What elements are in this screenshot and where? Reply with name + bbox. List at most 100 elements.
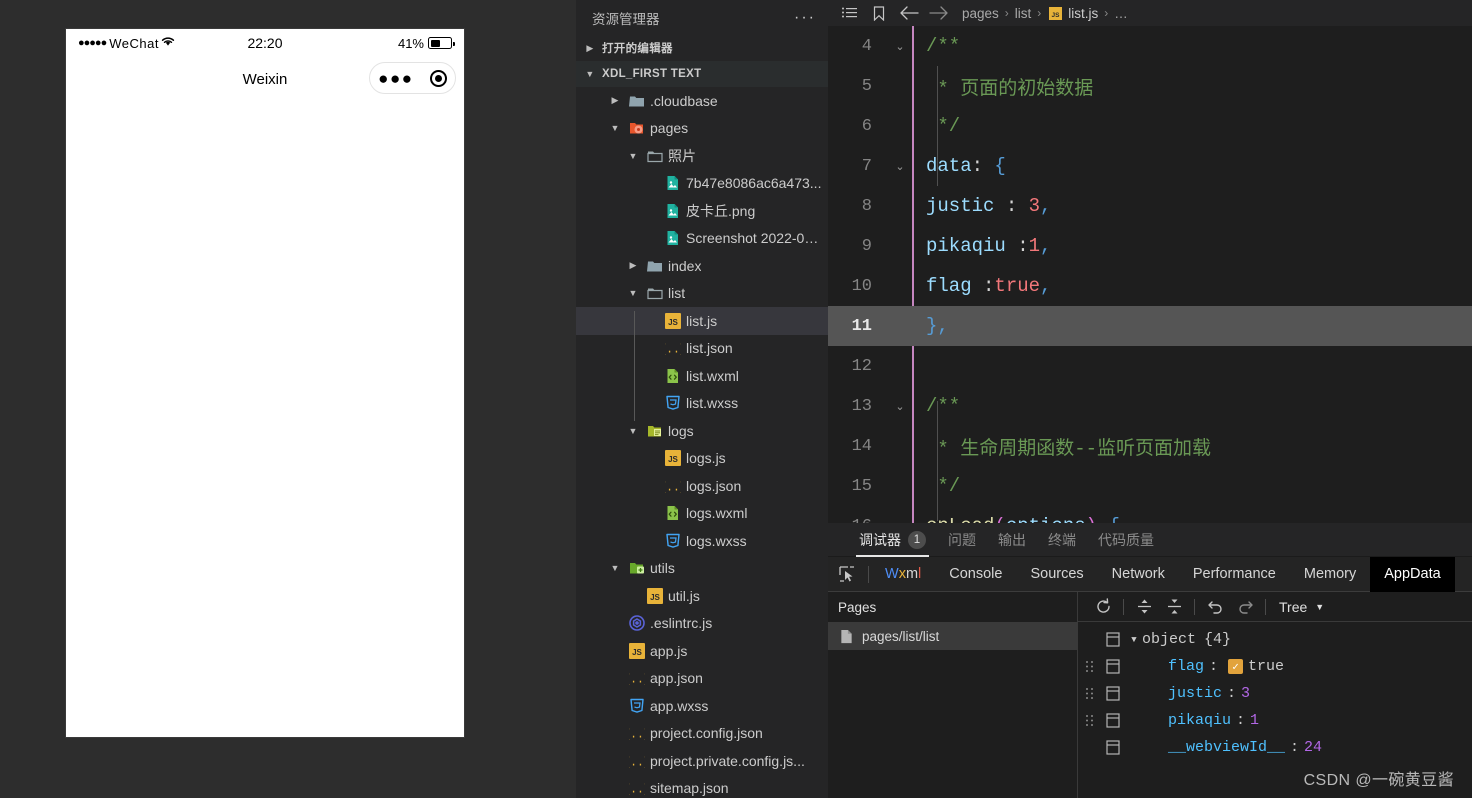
code-line[interactable]: 13 ⌄ /** [828, 386, 1472, 426]
boolean-checkbox[interactable]: ✓ [1228, 659, 1244, 674]
devtools-tab-memory[interactable]: Memory [1290, 557, 1370, 592]
code-line[interactable]: 5 * 页面的初始数据 [828, 66, 1472, 106]
drag-handle[interactable] [1078, 660, 1100, 673]
appdata-row[interactable]: pikaqiu:1 [1078, 707, 1472, 734]
chevron-right-icon[interactable]: ▶ [625, 260, 641, 271]
more-dots-icon[interactable]: ●●● [378, 70, 413, 87]
tree-item-7b47e8086ac6a473[interactable]: ▶7b47e8086ac6a473... [576, 170, 828, 198]
appdata-row[interactable]: justic:3 [1078, 680, 1472, 707]
tree-item-label: logs [668, 422, 694, 439]
code-line[interactable]: 10 flag :true, [828, 266, 1472, 306]
target-icon[interactable] [429, 69, 447, 87]
tree-item-sitemap-json[interactable]: ▶{..}sitemap.json [576, 775, 828, 798]
tree-item-cloudbase[interactable]: ▶ .cloudbase [576, 87, 828, 115]
breadcrumb-item-file[interactable]: list.js [1068, 6, 1098, 21]
panel-tab-4[interactable]: 代码质量 [1087, 523, 1165, 557]
devtools-tab-console[interactable]: Console [935, 557, 1016, 592]
fold-chevron-icon[interactable]: ⌄ [890, 160, 910, 173]
expand-all-icon[interactable] [1129, 594, 1159, 620]
redo-icon[interactable] [1230, 594, 1260, 620]
tree-item-project-private-config-js[interactable]: ▶{..}project.private.config.js... [576, 747, 828, 775]
chevron-down-icon[interactable]: ▼ [607, 123, 623, 133]
back-arrow-icon[interactable] [894, 6, 924, 20]
collapse-all-icon[interactable] [1159, 594, 1189, 620]
breadcrumb-item-overflow[interactable]: … [1114, 6, 1128, 21]
code-content[interactable]: 4 ⌄/** 5 * 页面的初始数据 6 */7 ⌄ data: {8 justic : 3… [828, 26, 1472, 523]
section-open-editors[interactable]: ▶ 打开的编辑器 [576, 35, 828, 61]
tree-item-app-json[interactable]: ▶{..}app.json [576, 665, 828, 693]
chevron-down-icon[interactable]: ▼ [625, 288, 641, 298]
tree-item-[interactable]: ▼ 照片 [576, 142, 828, 170]
panel-tab-1[interactable]: 问题 [937, 523, 987, 557]
tree-item-logs-wxml[interactable]: ▶logs.wxml [576, 500, 828, 528]
list-icon[interactable] [834, 7, 864, 19]
code-line[interactable]: 8 justic : 3, [828, 186, 1472, 226]
tree-item-logs-json[interactable]: ▶{..}logs.json [576, 472, 828, 500]
tree-item-index[interactable]: ▶ index [576, 252, 828, 280]
toolbar-divider [1265, 598, 1266, 615]
tree-item-logs[interactable]: ▼ logs [576, 417, 828, 445]
panel-tab-3[interactable]: 终端 [1037, 523, 1087, 557]
tree-item-list-js[interactable]: ▶JSlist.js [576, 307, 828, 335]
tree-item-list-json[interactable]: ▶{..}list.json [576, 335, 828, 363]
tree-item-app-wxss[interactable]: ▶app.wxss [576, 692, 828, 720]
chevron-down-icon[interactable]: ▼ [607, 563, 623, 573]
tree-item-pages[interactable]: ▼ pages [576, 115, 828, 143]
tree-item-list-wxml[interactable]: ▶list.wxml [576, 362, 828, 390]
tree-item-eslintrc-js[interactable]: ▶.eslintrc.js [576, 610, 828, 638]
appdata-root-row[interactable]: ▼ object {4} [1078, 626, 1472, 653]
code-line[interactable]: 4 ⌄ /** [828, 26, 1472, 66]
tree-item-png[interactable]: ▶皮卡丘.png [576, 197, 828, 225]
panel-tab-0[interactable]: 调试器 1 [848, 523, 937, 557]
page-list-item[interactable]: pages/list/list [828, 622, 1077, 650]
appdata-row[interactable]: __webviewId__:24 [1078, 734, 1472, 761]
chevron-down-icon[interactable]: ▼ [1126, 635, 1142, 645]
tree-item-logs-wxss[interactable]: ▶logs.wxss [576, 527, 828, 555]
code-line[interactable]: 16⌄onLoad(options) { [828, 506, 1472, 523]
tree-item-screenshot-2022-08[interactable]: ▶Screenshot 2022-08... [576, 225, 828, 253]
wxml-file-icon [664, 368, 681, 384]
devtools-tab-network[interactable]: Network [1098, 557, 1179, 592]
tree-item-app-js[interactable]: ▶JSapp.js [576, 637, 828, 665]
explorer-more-actions-icon[interactable]: ··· [794, 9, 816, 27]
chevron-down-icon[interactable]: ▼ [625, 151, 641, 161]
tree-item-utils[interactable]: ▼ utils [576, 555, 828, 583]
inspect-cursor-icon[interactable] [828, 565, 866, 583]
code-line[interactable]: 6 */ [828, 106, 1472, 146]
breadcrumb-item-pages[interactable]: pages [962, 6, 999, 21]
devtools-tab-appdata[interactable]: AppData [1370, 556, 1455, 592]
simulator-pane: ●●●●● WeChat 22:20 41% Weixin ●●● [0, 0, 576, 798]
code-line[interactable]: 9 pikaqiu :1, [828, 226, 1472, 266]
section-project-root[interactable]: ▼ XDL_FIRST TEXT [576, 61, 828, 87]
chevron-down-icon[interactable]: ▼ [625, 426, 641, 436]
breadcrumb-item-list[interactable]: list [1015, 6, 1032, 21]
code-line[interactable]: 11}, [828, 306, 1472, 346]
fold-chevron-icon[interactable]: ⌄ [890, 40, 910, 53]
tree-item-list-wxss[interactable]: ▶list.wxss [576, 390, 828, 418]
appdata-row[interactable]: flag: ✓ true [1078, 653, 1472, 680]
devtools-tab-sources[interactable]: Sources [1016, 557, 1097, 592]
code-line[interactable]: 14 * 生命周期函数--监听页面加载 [828, 426, 1472, 466]
code-line[interactable]: 7 ⌄ data: { [828, 146, 1472, 186]
devtools-tab-wxml[interactable]: Wxml [871, 557, 935, 592]
refresh-icon[interactable] [1088, 594, 1118, 620]
drag-handle[interactable] [1078, 687, 1100, 700]
undo-icon[interactable] [1200, 594, 1230, 620]
view-mode-select[interactable]: Tree ▼ [1279, 599, 1324, 615]
code-line[interactable]: 12 [828, 346, 1472, 386]
forward-arrow-icon[interactable] [924, 6, 954, 20]
tree-item-util-js[interactable]: ▶JSutil.js [576, 582, 828, 610]
drag-handle[interactable] [1078, 714, 1100, 727]
signal-dots-icon: ●●●●● [78, 37, 107, 49]
fold-chevron-icon[interactable]: ⌄ [890, 400, 910, 413]
panel-tab-2[interactable]: 输出 [987, 523, 1037, 557]
tree-item-logs-js[interactable]: ▶JSlogs.js [576, 445, 828, 473]
code-line[interactable]: 15 */ [828, 466, 1472, 506]
wechat-capsule-button[interactable]: ●●● [369, 62, 456, 94]
devtools-tab-performance[interactable]: Performance [1179, 557, 1290, 592]
tree-item-label: project.private.config.js... [650, 752, 805, 769]
chevron-right-icon[interactable]: ▶ [607, 95, 623, 106]
bookmark-icon[interactable] [864, 5, 894, 21]
tree-item-list[interactable]: ▼ list [576, 280, 828, 308]
tree-item-project-config-json[interactable]: ▶{..}project.config.json [576, 720, 828, 748]
